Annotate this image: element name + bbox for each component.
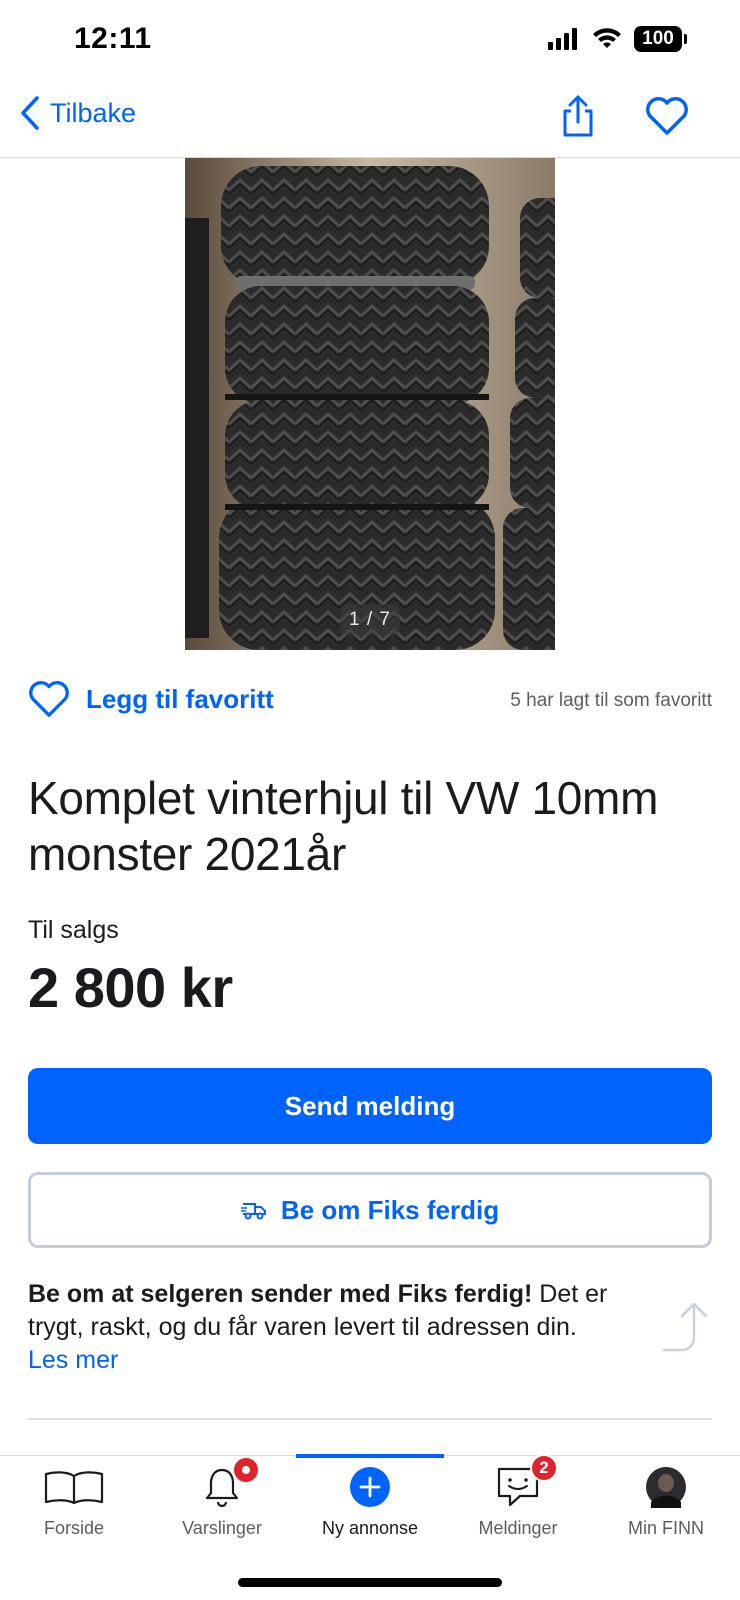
messages-badge: 2	[530, 1454, 558, 1482]
tab-label: Forside	[43, 1518, 105, 1538]
back-button[interactable]: Tilbake	[20, 96, 136, 130]
tab-label: Meldinger	[478, 1518, 558, 1538]
tire-photo	[185, 158, 555, 650]
read-more-link[interactable]: Les mer	[28, 1344, 648, 1377]
divider	[28, 1418, 712, 1420]
chevron-left-icon	[21, 96, 39, 130]
favorite-top-button[interactable]	[645, 96, 689, 136]
gallery-counter: 1 / 7	[340, 604, 400, 636]
image-gallery[interactable]: 1 / 7	[185, 158, 555, 650]
home-indicator	[238, 1578, 502, 1587]
tab-label: Varslinger	[182, 1518, 262, 1538]
status-bar: 12:11 100	[0, 0, 740, 80]
add-favorite-label: Legg til favoritt	[86, 683, 274, 714]
send-message-label: Send melding	[284, 1090, 456, 1121]
battery-icon: 100	[634, 26, 687, 52]
tab-label: Min FINN	[628, 1518, 704, 1538]
tab-icon-wrap: 2	[478, 1454, 558, 1518]
tab-icon-wrap	[330, 1456, 410, 1518]
ad-price: 2 800 kr	[28, 956, 233, 1019]
fiks-ferdig-button[interactable]: Be om Fiks ferdig	[28, 1172, 712, 1248]
fiks-info: Be om at selgeren sender med Fiks ferdig…	[28, 1278, 648, 1377]
fiks-ferdig-label: Be om Fiks ferdig	[280, 1194, 500, 1225]
status-icons: 100	[548, 26, 687, 52]
tab-forside[interactable]: Forside	[0, 1456, 148, 1556]
tab-meldinger[interactable]: 2 Meldinger	[444, 1454, 592, 1556]
favorite-count: 5 har lagt til som favoritt	[510, 690, 712, 711]
ad-title: Komplet vinterhjul til VW 10mm monster 2…	[28, 772, 659, 880]
wifi-icon	[593, 28, 621, 48]
notification-badge	[232, 1456, 260, 1484]
heart-icon	[646, 97, 688, 135]
tab-icon-wrap	[34, 1456, 114, 1518]
avatar	[646, 1467, 686, 1508]
tab-ny-annonse[interactable]: Ny annonse	[296, 1456, 444, 1556]
tab-icon-wrap	[182, 1456, 262, 1518]
add-favorite-button[interactable]: Legg til favoritt	[28, 680, 274, 718]
delivery-truck-icon	[240, 1203, 266, 1220]
tab-varslinger[interactable]: Varslinger	[148, 1456, 296, 1556]
signal-icon	[548, 28, 577, 50]
arrow-up-icon	[662, 1302, 708, 1352]
share-button[interactable]	[558, 94, 598, 138]
tab-icon-wrap	[626, 1456, 706, 1518]
ad-type: Til salgs	[28, 916, 119, 944]
share-icon	[563, 95, 593, 137]
badge-dot	[242, 1466, 250, 1474]
favorite-row: Legg til favoritt 5 har lagt til som fav…	[28, 680, 712, 726]
book-icon	[44, 1471, 104, 1504]
fiks-info-bold: Be om at selgeren sender med Fiks ferdig…	[28, 1280, 533, 1308]
tab-label: Ny annonse	[321, 1518, 419, 1538]
back-label: Tilbake	[50, 97, 137, 128]
send-message-button[interactable]: Send melding	[28, 1068, 712, 1144]
nav-bar: Tilbake	[0, 80, 740, 158]
tab-min-finn[interactable]: Min FINN	[592, 1456, 740, 1556]
status-time: 12:11	[74, 22, 152, 55]
heart-icon	[29, 681, 69, 717]
plus-circle-icon	[350, 1467, 390, 1507]
